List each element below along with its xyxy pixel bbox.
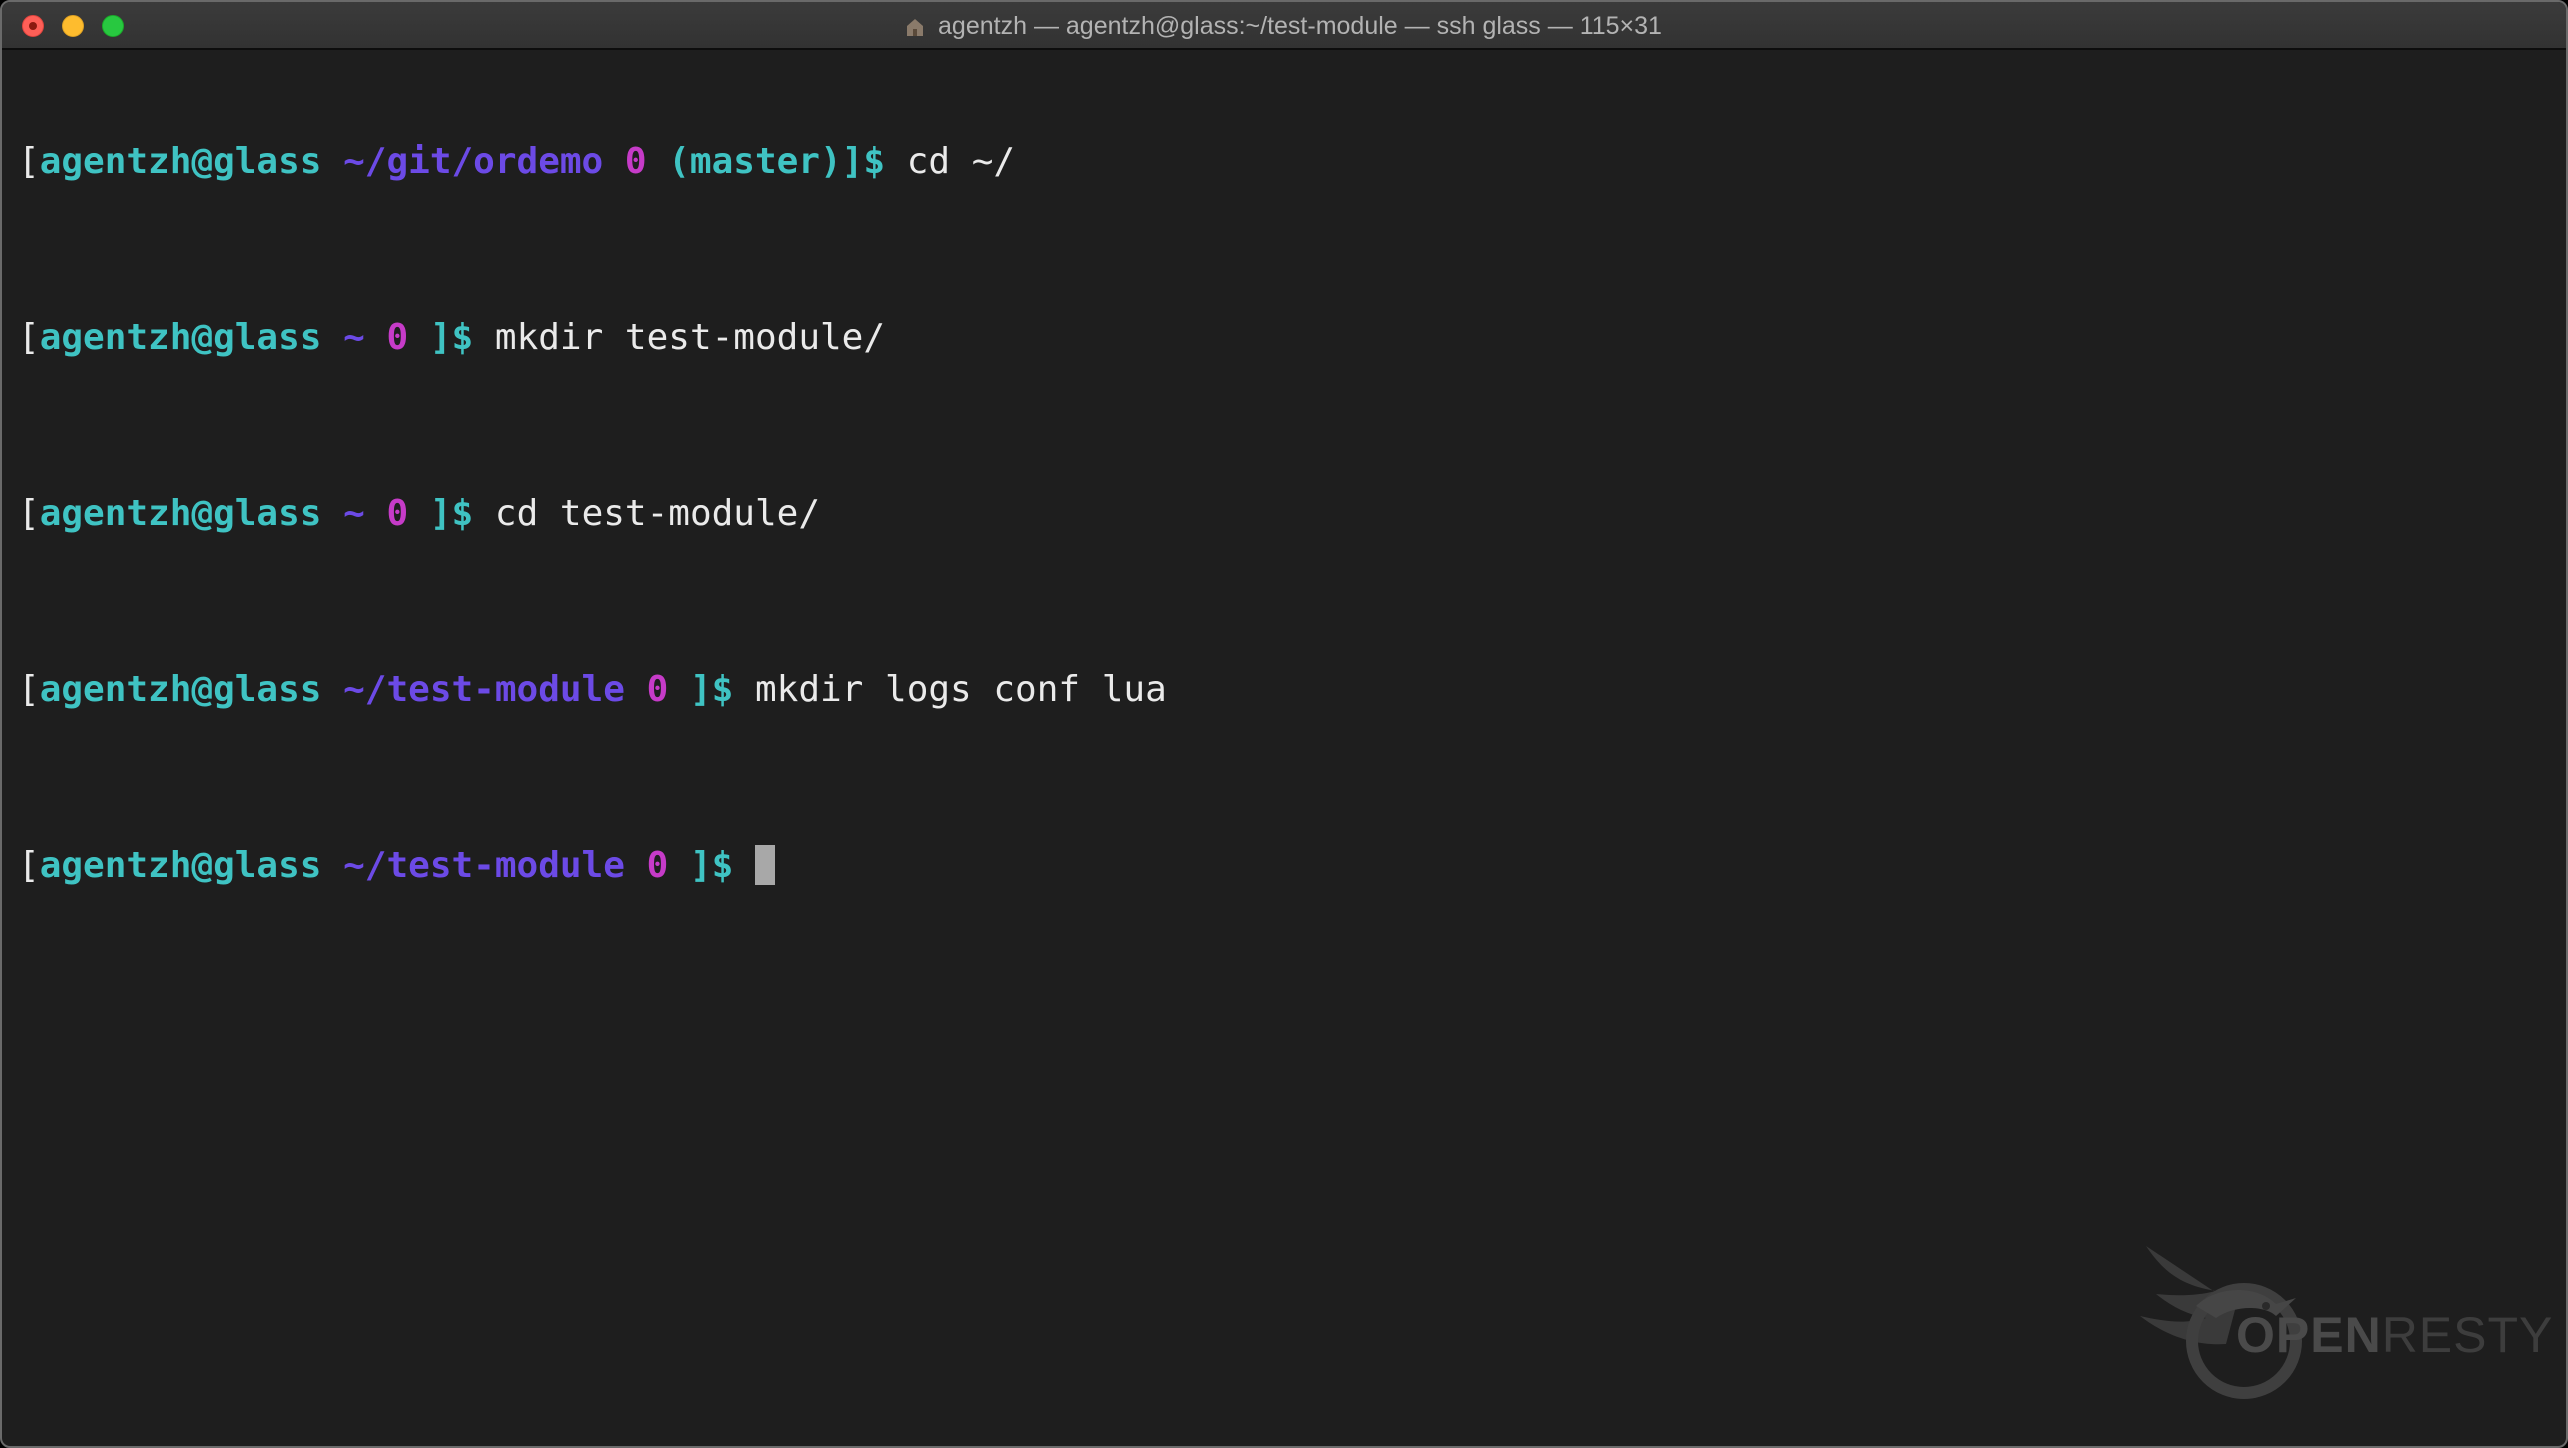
prompt-close: ]$ bbox=[841, 141, 886, 182]
prompt-git-branch: (master) bbox=[646, 141, 842, 182]
terminal-window: agentzh — agentzh@glass:~/test-module — … bbox=[0, 0, 2568, 1448]
prompt-close: ]$ bbox=[429, 317, 474, 358]
prompt-open-bracket: [ bbox=[18, 141, 40, 182]
terminal-line-current[interactable]: [agentzh@glass ~/test-module 0 ]$ bbox=[18, 844, 2550, 888]
prompt-git-branch bbox=[668, 845, 690, 886]
home-folder-icon bbox=[906, 17, 924, 37]
command-text: mkdir logs conf lua bbox=[733, 669, 1167, 710]
prompt-git-branch bbox=[408, 493, 430, 534]
command-input[interactable] bbox=[733, 845, 755, 886]
title-bar[interactable]: agentzh — agentzh@glass:~/test-module — … bbox=[2, 2, 2566, 50]
prompt-path: ~/test-module bbox=[321, 845, 625, 886]
command-text: cd test-module/ bbox=[473, 493, 820, 534]
prompt-git-branch bbox=[408, 317, 430, 358]
prompt-open-bracket: [ bbox=[18, 669, 40, 710]
prompt-path: ~/test-module bbox=[321, 669, 625, 710]
prompt-open-bracket: [ bbox=[18, 845, 40, 886]
text-cursor bbox=[754, 845, 775, 885]
prompt-user-host: agentzh@glass bbox=[39, 141, 322, 182]
window-title-container: agentzh — agentzh@glass:~/test-module — … bbox=[2, 2, 2566, 50]
terminal-line: [agentzh@glass ~ 0 ]$ mkdir test-module/ bbox=[18, 316, 2550, 360]
terminal-line: [agentzh@glass ~/git/ordemo 0 (master)]$… bbox=[18, 140, 2550, 184]
prompt-close: ]$ bbox=[689, 669, 734, 710]
terminal-line: [agentzh@glass ~/test-module 0 ]$ mkdir … bbox=[18, 668, 2550, 712]
command-text: cd ~/ bbox=[885, 141, 1016, 182]
prompt-exit-code: 0 bbox=[624, 845, 669, 886]
window-title: agentzh — agentzh@glass:~/test-module — … bbox=[938, 12, 1662, 40]
prompt-open-bracket: [ bbox=[18, 493, 40, 534]
prompt-exit-code: 0 bbox=[603, 141, 647, 182]
prompt-exit-code: 0 bbox=[624, 669, 669, 710]
watermark-text: OPENRESTY bbox=[2236, 1306, 2553, 1364]
terminal-line: [agentzh@glass ~ 0 ]$ cd test-module/ bbox=[18, 492, 2550, 536]
prompt-git-branch bbox=[668, 669, 690, 710]
prompt-close: ]$ bbox=[429, 493, 474, 534]
prompt-path: ~/git/ordemo bbox=[321, 141, 604, 182]
command-text: mkdir test-module/ bbox=[473, 317, 886, 358]
prompt-user-host: agentzh@glass bbox=[39, 845, 322, 886]
prompt-path: ~ bbox=[321, 493, 365, 534]
prompt-close: ]$ bbox=[689, 845, 734, 886]
prompt-user-host: agentzh@glass bbox=[39, 669, 322, 710]
watermark-open: OPEN bbox=[2236, 1307, 2382, 1363]
terminal-output[interactable]: [agentzh@glass ~/git/ordemo 0 (master)]$… bbox=[18, 52, 2550, 1446]
prompt-open-bracket: [ bbox=[18, 317, 40, 358]
prompt-exit-code: 0 bbox=[364, 493, 409, 534]
watermark-resty: RESTY bbox=[2381, 1307, 2554, 1363]
openresty-watermark: OPENRESTY bbox=[2126, 1246, 2552, 1406]
prompt-user-host: agentzh@glass bbox=[39, 317, 322, 358]
prompt-path: ~ bbox=[321, 317, 365, 358]
prompt-exit-code: 0 bbox=[364, 317, 409, 358]
prompt-user-host: agentzh@glass bbox=[39, 493, 322, 534]
